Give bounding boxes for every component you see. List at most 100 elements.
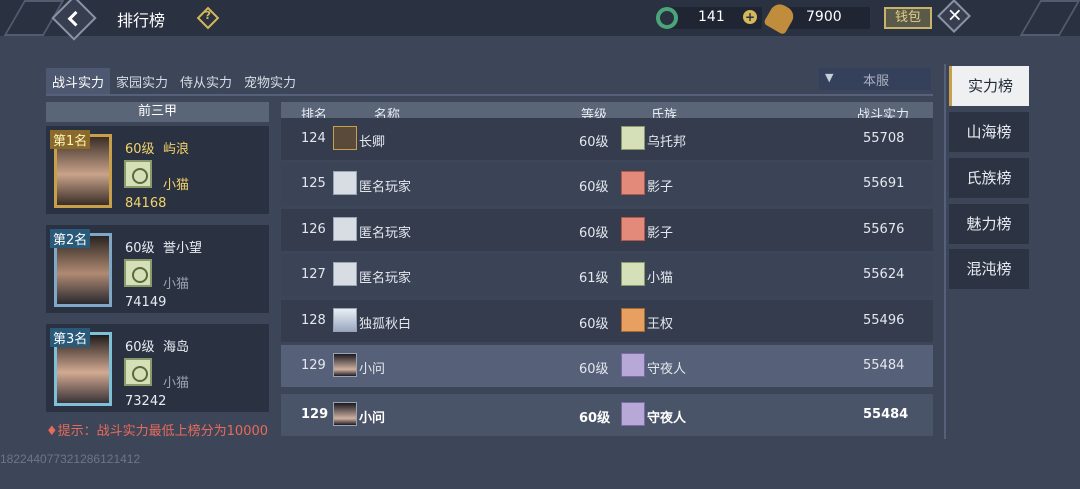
row-rank: 125 [301,176,326,191]
side-tab-power[interactable]: 实力榜 [949,66,1029,106]
side-tab-clan[interactable]: 氏族榜 [949,158,1029,198]
jade-amount: 141 [698,9,725,25]
avatar [333,217,357,241]
chevron-down-icon: ▼ [825,71,834,84]
avatar [333,126,357,150]
row-level: 60级 [579,411,611,426]
row-power: 55691 [863,176,905,191]
row-level: 60级 [579,226,609,241]
clan-emblem-icon [124,358,152,386]
row-rank: 126 [301,222,326,237]
battle-power: 84168 [125,196,167,211]
row-level: 60级 [579,362,609,377]
tab-pet-power[interactable]: 宠物实力 [238,68,302,94]
row-name: 匿名玩家 [359,180,412,195]
clan-emblem-icon [621,308,645,332]
row-clan: 乌托邦 [647,135,687,150]
clan-emblem-icon [124,259,152,287]
player-name: 屿浪 [163,142,190,157]
clan-emblem-icon [621,126,645,150]
tab-battle-power[interactable]: 战斗实力 [46,68,111,94]
row-rank: 129 [301,358,326,373]
clan-emblem-icon [621,262,645,286]
row-rank: 127 [301,267,326,282]
clan-emblem-icon [124,160,152,188]
top-card-1[interactable]: 第1名 60级 屿浪 小猫 84168 [46,126,269,214]
row-level: 61级 [579,271,609,286]
rank-badge: 第1名 [50,130,91,149]
row-power: 55624 [863,267,905,282]
tab-follower-power[interactable]: 侍从实力 [174,68,238,94]
row-rank: 128 [301,313,326,328]
clan-emblem-icon [621,353,645,377]
player-level: 60级 [125,241,155,256]
battle-power: 73242 [125,394,167,409]
row-rank: 129 [301,407,329,422]
side-tab-charm[interactable]: 魅力榜 [949,204,1029,244]
side-tab-shanhai[interactable]: 山海榜 [949,112,1029,152]
avatar [333,171,357,195]
row-clan: 守夜人 [647,411,687,426]
player-name: 海岛 [163,340,190,355]
row-rank: 124 [301,131,326,146]
jade-icon [656,7,678,29]
side-tab-chaos[interactable]: 混沌榜 [949,249,1029,289]
row-name: 独孤秋白 [359,317,412,332]
row-level: 60级 [579,135,609,150]
gold-amount: 7900 [806,9,842,25]
player-level: 60级 [125,340,155,355]
hint-text: 提示：战斗实力最低上榜分为10000 [57,424,269,439]
my-rank-row[interactable]: 129 小问 60级 守夜人 55484 [281,394,933,436]
top-card-3[interactable]: 第3名 60级 海岛 小猫 73242 [46,324,269,412]
row-name: 匿名玩家 [359,226,412,241]
avatar [333,402,357,426]
row-clan: 小猫 [647,271,674,286]
top-three-header: 前三甲 [46,102,269,122]
server-dropdown[interactable]: ▼ 本服 [819,68,931,90]
table-row-highlighted[interactable]: 129 小问 60级 守夜人 55484 [281,345,933,387]
wallet-button[interactable]: 钱包 [884,7,932,29]
tab-home-power[interactable]: 家园实力 [110,68,174,94]
row-name: 匿名玩家 [359,271,412,286]
table-row[interactable]: 124 长卿 60级 乌托邦 55708 [281,118,933,160]
clan-name: 小猫 [163,178,190,193]
player-level: 60级 [125,142,155,157]
avatar [333,353,357,377]
row-power: 55484 [863,407,909,422]
row-clan: 王权 [647,317,674,332]
row-clan: 影子 [647,226,674,241]
user-id-watermark: 18224407732128612141​2 [0,452,141,466]
row-power: 55676 [863,222,905,237]
clan-emblem-icon [621,171,645,195]
clan-emblem-icon [621,402,645,426]
clan-name: 小猫 [163,277,190,292]
rank-badge: 第3名 [50,328,91,347]
tab-divider [46,94,933,96]
table-row[interactable]: 128 独孤秋白 60级 王权 55496 [281,300,933,342]
clan-name: 小猫 [163,376,190,391]
table-row[interactable]: 126 匿名玩家 60级 影子 55676 [281,209,933,251]
rank-badge: 第2名 [50,229,91,248]
row-power: 55708 [863,131,905,146]
clan-emblem-icon [621,217,645,241]
side-tab-divider [944,64,946,439]
row-clan: 守夜人 [647,362,687,377]
avatar [333,308,357,332]
top-card-2[interactable]: 第2名 60级 誉小望 小猫 74149 [46,225,269,313]
min-score-hint: ♦提示：战斗实力最低上榜分为10000 [46,424,269,439]
row-power: 55484 [863,358,905,373]
row-power: 55496 [863,313,905,328]
row-level: 60级 [579,317,609,332]
add-currency-icon[interactable]: + [743,10,757,24]
category-tabs: 战斗实力 家园实力 侍从实力 宠物实力 [46,68,302,94]
avatar [333,262,357,286]
page-title: 排行榜 [117,11,166,30]
player-name: 誉小望 [163,241,203,256]
battle-power: 74149 [125,295,167,310]
table-row[interactable]: 125 匿名玩家 60级 影子 55691 [281,163,933,205]
row-name: 长卿 [359,135,386,150]
table-row[interactable]: 127 匿名玩家 61级 小猫 55624 [281,254,933,296]
row-name: 小问 [359,411,386,426]
row-level: 60级 [579,180,609,195]
server-dropdown-value: 本服 [863,74,890,89]
